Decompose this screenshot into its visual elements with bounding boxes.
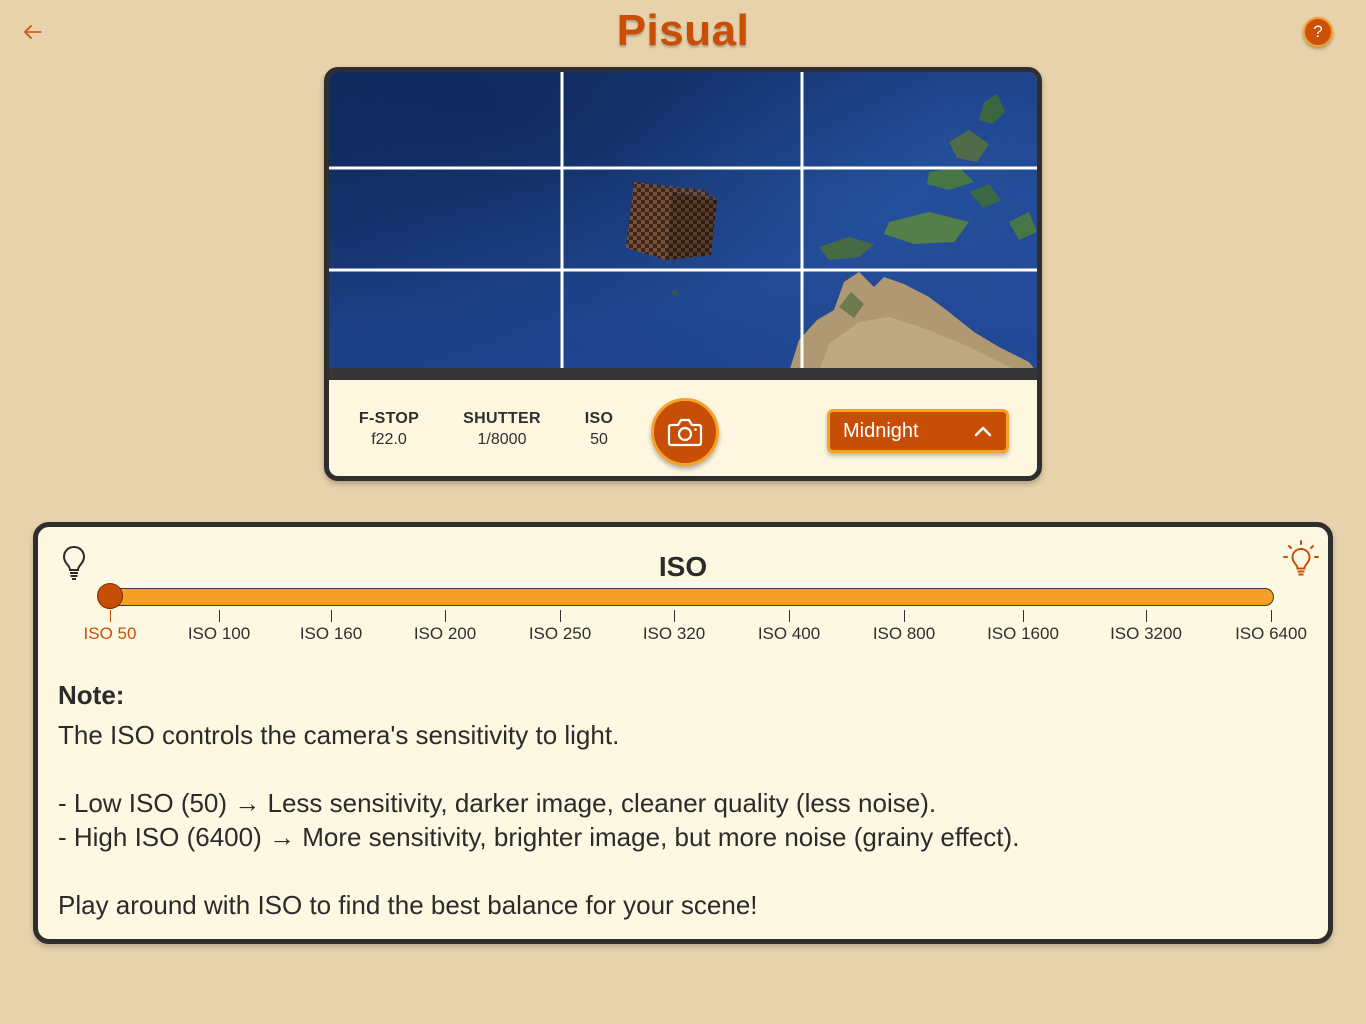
chevron-up-icon: [974, 426, 992, 436]
iso-panel: ISO ISO 50 ISO 100 ISO 160 ISO 200 ISO 250 IS…: [33, 522, 1333, 944]
slider-stop-label[interactable]: ISO 320: [643, 624, 705, 644]
slider-tick: [560, 610, 561, 622]
slider-tick: [674, 610, 675, 622]
slider-stop-label[interactable]: ISO 800: [873, 624, 935, 644]
app-title: Pisual: [616, 6, 750, 55]
slider-tick: [1023, 610, 1024, 622]
fstop-setting: F-STOP f22.0: [357, 410, 421, 449]
slider-tick: [219, 610, 220, 622]
slider-stop-label[interactable]: ISO 3200: [1110, 624, 1182, 644]
iso-slider-track[interactable]: [98, 588, 1274, 606]
camera-card: F-STOP f22.0 SHUTTER 1/8000 ISO 50 Midni…: [324, 67, 1042, 481]
camera-icon: [667, 418, 703, 447]
capture-button[interactable]: [651, 398, 719, 466]
note-line-low-iso: - Low ISO (50) → Less sensitivity, darke…: [58, 788, 937, 818]
camera-controls: F-STOP f22.0 SHUTTER 1/8000 ISO 50 Midni…: [329, 380, 1037, 476]
slider-stop-label[interactable]: ISO 6400: [1235, 624, 1307, 644]
shutter-value: 1/8000: [477, 431, 527, 448]
fstop-value: f22.0: [371, 431, 407, 448]
slider-stop-label[interactable]: ISO 1600: [987, 624, 1059, 644]
iso-setting: ISO 50: [579, 410, 619, 449]
preset-dropdown[interactable]: Midnight: [827, 409, 1009, 453]
preset-selected-label: Midnight: [843, 419, 919, 442]
panel-title: ISO: [658, 551, 708, 582]
shutter-setting: SHUTTER 1/8000: [459, 410, 545, 449]
textured-cube: [626, 182, 717, 260]
viewfinder[interactable]: [329, 72, 1037, 372]
note-line-intro: The ISO controls the camera's sensitivit…: [58, 720, 620, 750]
note-line-high-iso: - High ISO (6400) → More sensitivity, br…: [58, 822, 1020, 852]
note-heading: Note:: [58, 680, 125, 710]
slider-tick: [445, 610, 446, 622]
slider-tick: [1271, 610, 1272, 622]
slider-stop-label[interactable]: ISO 160: [300, 624, 362, 644]
help-button[interactable]: ?: [1303, 17, 1333, 47]
slider-stop-label[interactable]: ISO 200: [414, 624, 476, 644]
scene-image: [329, 72, 1037, 372]
note-line-tip: Play around with ISO to find the best ba…: [58, 890, 758, 920]
slider-stop-label[interactable]: ISO 400: [758, 624, 820, 644]
slider-stop-label[interactable]: ISO 50: [84, 624, 137, 644]
slider-stop-label[interactable]: ISO 100: [188, 624, 250, 644]
viewfinder-divider: [329, 368, 1037, 380]
iso-label: ISO: [584, 410, 614, 427]
slider-tick: [1146, 610, 1147, 622]
note-spacer: [58, 752, 1308, 786]
shutter-label: SHUTTER: [463, 410, 541, 427]
slider-tick: [331, 610, 332, 622]
note-spacer: [58, 854, 1308, 888]
app-screen: Pisual ? F-STOP f22.0 SHUTTER 1/8000 ISO…: [0, 0, 1366, 1024]
slider-stop-label[interactable]: ISO 250: [529, 624, 591, 644]
note-section: Note: The ISO controls the camera's sens…: [58, 678, 1308, 922]
slider-tick: [789, 610, 790, 622]
slider-tick: [110, 610, 111, 622]
fstop-label: F-STOP: [358, 410, 420, 427]
slider-tick: [904, 610, 905, 622]
iso-value: 50: [590, 431, 608, 448]
iso-slider-thumb[interactable]: [97, 583, 123, 609]
